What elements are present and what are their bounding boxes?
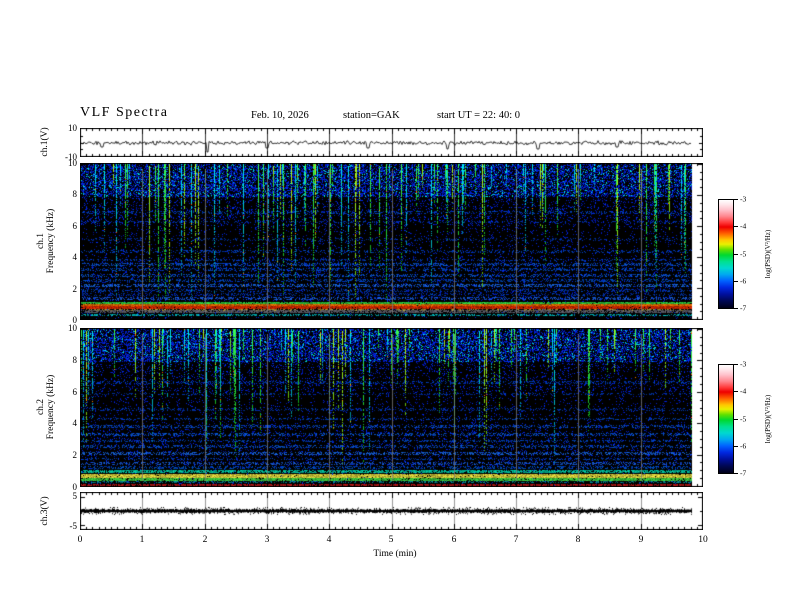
- x-tick-label: 1: [139, 535, 145, 545]
- x-tick-label: 7: [513, 535, 519, 545]
- colorbar-tick-label: -3: [740, 194, 747, 204]
- colorbar-ch1: [718, 199, 734, 309]
- colorbar-tick-label: -6: [740, 276, 747, 286]
- colorbar-ch1-title: log(PSD)(V²/Hz): [764, 229, 772, 279]
- y-tick-label: 10: [68, 323, 77, 333]
- ch2-spectrogram: [80, 328, 703, 487]
- colorbar-tick-label: -7: [740, 468, 747, 478]
- colorbar-tick: [734, 473, 738, 474]
- ch1-frequency-axis-label: ch.1 Frequency (kHz): [36, 209, 56, 274]
- colorbar-tick-label: -5: [740, 414, 747, 424]
- date-label: Feb. 10, 2026: [251, 110, 309, 121]
- colorbar-tick: [734, 226, 738, 227]
- colorbar-ch2-title: log(PSD)(V²/Hz): [764, 394, 772, 444]
- y-tick-label: 6: [72, 387, 78, 397]
- colorbar-tick-label: -5: [740, 249, 747, 259]
- axis-label-text: ch.1: [36, 232, 46, 250]
- ch1-voltage-axis-label: ch.1(V): [40, 127, 50, 156]
- axis-label-text: Frequency (kHz): [46, 374, 56, 440]
- x-tick-label: 3: [264, 535, 270, 545]
- colorbar-tick: [734, 254, 738, 255]
- x-tick-label: 5: [388, 535, 394, 545]
- ch1-waveform-plot: [80, 128, 703, 157]
- x-tick-label: 4: [326, 535, 332, 545]
- x-tick-label: 0: [77, 535, 83, 545]
- colorbar-tick: [734, 281, 738, 282]
- y-tick-label: 2: [72, 450, 78, 460]
- x-tick-label: 6: [451, 535, 457, 545]
- y-tick-label: 2: [72, 284, 78, 294]
- colorbar-tick-label: -4: [740, 221, 747, 231]
- colorbar-tick: [734, 391, 738, 392]
- ch3-waveform-plot: [80, 492, 703, 530]
- y-tick-label: 6: [72, 221, 78, 231]
- colorbar-ch2: [718, 364, 734, 474]
- axis-label-text: ch.1(V): [40, 127, 50, 157]
- y-tick-label: 4: [72, 252, 78, 262]
- axis-label-text: ch.3(V): [40, 496, 50, 526]
- colorbar-tick-label: -4: [740, 386, 747, 396]
- colorbar-tick-label: -6: [740, 441, 747, 451]
- y-tick-label: 10: [68, 158, 77, 168]
- ch1-spectrogram: [80, 163, 703, 320]
- y-tick-label: 5: [72, 491, 78, 501]
- x-tick-label: 2: [202, 535, 208, 545]
- x-axis-title: Time (min): [373, 549, 417, 559]
- axis-label-text: Frequency (kHz): [46, 208, 56, 274]
- y-tick-label: 4: [72, 418, 78, 428]
- axis-label-text: ch.2: [36, 398, 46, 416]
- ch2-frequency-axis-label: ch.2 Frequency (kHz): [36, 375, 56, 440]
- colorbar-tick-label: -7: [740, 303, 747, 313]
- start-ut-label: start UT = 22: 40: 0: [437, 110, 521, 121]
- colorbar-tick: [734, 446, 738, 447]
- colorbar-tick: [734, 308, 738, 309]
- colorbar-tick: [734, 364, 738, 365]
- colorbar-tick-label: -3: [740, 359, 747, 369]
- x-tick-label: 9: [638, 535, 644, 545]
- colorbar-tick: [734, 199, 738, 200]
- plot-title: VLF Spectra: [80, 105, 169, 120]
- station-label: station=GAK: [343, 110, 400, 121]
- x-tick-label: 8: [575, 535, 581, 545]
- y-tick-label: 10: [68, 123, 77, 133]
- vlf-spectra-page: VLF Spectra Feb. 10, 2026 station=GAK st…: [0, 0, 792, 612]
- ch3-voltage-axis-label: ch.3(V): [40, 496, 50, 525]
- y-tick-label: -5: [69, 521, 78, 531]
- x-tick-label: 10: [698, 535, 708, 545]
- y-tick-label: 8: [72, 355, 78, 365]
- y-tick-label: 8: [72, 189, 78, 199]
- colorbar-tick: [734, 419, 738, 420]
